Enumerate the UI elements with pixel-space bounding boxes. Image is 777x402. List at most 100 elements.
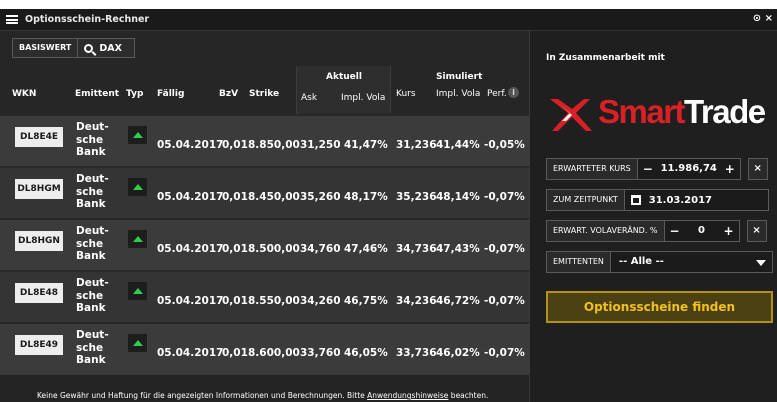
header-impl-vola-sim[interactable]: Impl. Vola [436,89,480,99]
erwarteter-kurs-stepper[interactable]: − 11.986,74 + [637,158,741,180]
emittenten-select[interactable]: -- Alle -- [610,251,773,273]
impl-vola-sim-cell: 41,44% [436,139,480,151]
disclaimer-footer: Keine Gewähr und Haftung für die angezei… [0,374,529,402]
ask-cell: 34,760 [300,243,341,255]
header-perf[interactable]: Perf. [487,89,507,99]
search-icon [84,43,94,53]
perf-cell: -0,05% [484,139,525,151]
underlying-value: DAX [99,42,122,54]
vola-plus-button[interactable]: + [719,221,739,241]
title-bar: Optionsschein-Rechner ⊙ × [0,9,777,31]
ask-cell: 35,260 [300,191,341,203]
bzv-cell: 0,01 [222,139,248,151]
calendar-icon[interactable] [630,195,641,205]
calculator-window: Optionsschein-Rechner ⊙ × BASISWERT DAX … [0,9,777,402]
wkn-badge[interactable]: DL8E4E [15,127,63,147]
vola-stepper[interactable]: − 0 + [664,220,740,242]
call-up-icon [128,178,147,196]
erwarteter-kurs-control: ERWARTETER KURS − 11.986,74 + × [546,158,768,180]
emittenten-value: -- Alle -- [618,256,664,267]
bzv-cell: 0,01 [222,295,248,307]
emittent-cell: Deut-sche Bank [76,121,109,158]
emittent-cell: Deut-sche Bank [76,225,109,262]
zeitpunkt-label: ZUM ZEITPUNKT [546,189,625,211]
call-up-icon [128,230,147,248]
header-simuliert: Simuliert [436,72,483,82]
faellig-cell: 05.04.2017 [157,139,224,151]
strike-cell: 8.850,00 [248,139,300,151]
underlying-search: BASISWERT DAX [12,38,136,58]
menu-icon[interactable] [6,15,18,24]
header-wkn[interactable]: WKN [12,89,36,99]
wkn-badge[interactable]: DL8E49 [15,335,63,355]
faellig-cell: 05.04.2017 [157,295,224,307]
vola-minus-button[interactable]: − [665,221,685,241]
zeitpunkt-value: 31.03.2017 [648,194,713,206]
ask-cell: 34,260 [300,295,341,307]
results-panel: BASISWERT DAX Aktuell Simuliert WKN Emit… [0,31,529,402]
window-controls[interactable]: ⊙ × [753,13,773,24]
table-row[interactable]: DL8E49 Deut-sche Bank 05.04.2017 0,01 8.6… [0,323,529,374]
table-row[interactable]: DL8E48 Deut-sche Bank 05.04.2017 0,01 8.5… [0,271,529,322]
impl-vola-cell: 47,46% [344,243,388,255]
perf-cell: -0,07% [484,347,525,359]
kurs-minus-button[interactable]: − [638,159,658,179]
perf-cell: -0,07% [484,295,525,307]
header-impl-vola-aktuell[interactable]: Impl. Vola [341,93,385,103]
call-up-icon [128,282,147,300]
vola-label: ERWART. VOLAVERÄND. % [546,220,665,242]
header-typ[interactable]: Typ [126,89,143,99]
find-warrants-button[interactable]: Optionsscheine finden [546,291,773,323]
table-row[interactable]: DL8E4E Deut-sche Bank 05.04.2017 0,01 8.8… [0,115,529,166]
header-bzv[interactable]: BzV [219,89,238,99]
impl-vola-sim-cell: 46,72% [436,295,480,307]
smarttrade-logo-icon [550,99,592,131]
strike-cell: 8.500,00 [248,243,300,255]
table-row[interactable]: DL8HGM Deut-sche Bank 05.04.2017 0,01 8.4… [0,167,529,218]
strike-cell: 8.450,00 [248,191,300,203]
basiswert-button[interactable]: BASISWERT [12,38,79,58]
kurs-plus-button[interactable]: + [720,159,740,179]
header-aktuell: Aktuell [326,72,362,82]
emittent-cell: Deut-sche Bank [76,329,109,366]
kurs-cell: 33,736 [396,347,437,359]
disclaimer-text: Keine Gewähr und Haftung für die angezei… [37,391,489,400]
kurs-value[interactable]: 11.986,74 [658,159,720,179]
header-ask[interactable]: Ask [301,93,317,103]
kurs-cell: 34,736 [396,243,437,255]
faellig-cell: 05.04.2017 [157,243,224,255]
zeitpunkt-date-field[interactable]: 31.03.2017 [624,189,769,211]
wkn-badge[interactable]: DL8HGN [15,231,63,251]
wkn-badge[interactable]: DL8E48 [15,283,63,303]
kurs-clear-button[interactable]: × [747,158,768,180]
header-kurs[interactable]: Kurs [396,89,416,99]
vola-clear-button[interactable]: × [746,220,767,242]
zeitpunkt-control: ZUM ZEITPUNKT 31.03.2017 [546,189,769,211]
partner-label: In Zusammenarbeit mit [546,53,665,63]
call-up-icon [128,126,147,144]
kurs-cell: 35,236 [396,191,437,203]
header-emittent[interactable]: Emittent [75,89,119,99]
emittent-cell: Deut-sche Bank [76,277,109,314]
chevron-down-icon [755,260,766,266]
table-row[interactable]: DL8HGN Deut-sche Bank 05.04.2017 0,01 8.5… [0,219,529,270]
anwendungshinweise-link[interactable]: Anwendungshinweise [367,391,448,400]
wkn-badge[interactable]: DL8HGM [15,179,63,199]
ask-cell: 31,250 [300,139,341,151]
kurs-cell: 34,236 [396,295,437,307]
perf-cell: -0,07% [484,243,525,255]
ask-cell: 33,760 [300,347,341,359]
logo-wordmark: SmartTrade [598,93,766,130]
info-icon[interactable]: i [508,87,519,98]
header-strike[interactable]: Strike [249,89,279,99]
impl-vola-cell: 41,47% [344,139,388,151]
vola-value[interactable]: 0 [685,221,719,241]
header-faellig[interactable]: Fällig [157,89,184,99]
bzv-cell: 0,01 [222,347,248,359]
erwarteter-kurs-label: ERWARTETER KURS [546,158,638,180]
call-up-icon [128,334,147,352]
bzv-cell: 0,01 [222,243,248,255]
underlying-search-field[interactable]: DAX [78,38,136,58]
window-title: Optionsschein-Rechner [25,14,150,25]
emittenten-control: EMITTENTEN -- Alle -- [546,251,773,273]
